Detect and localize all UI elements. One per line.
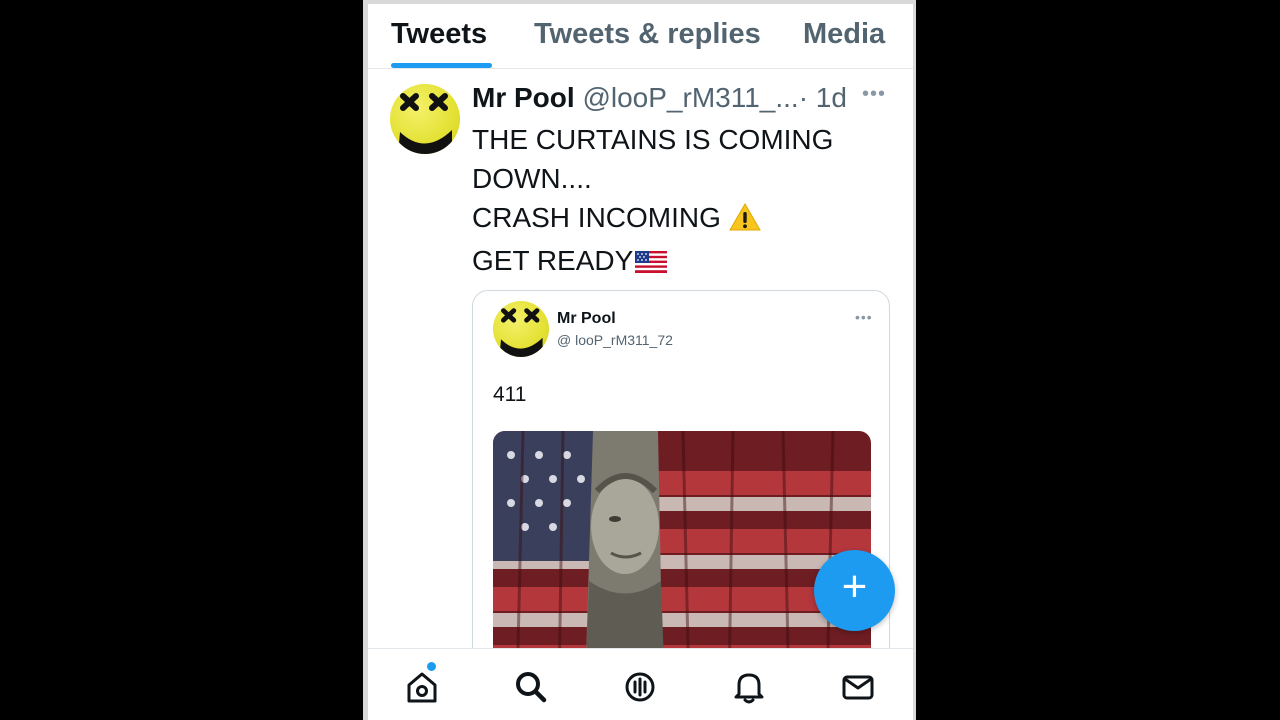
search-icon[interactable]: [511, 667, 551, 707]
home-icon[interactable]: [402, 667, 442, 707]
display-name[interactable]: Mr Pool: [472, 82, 575, 113]
quoted-tweet-text: 411: [493, 383, 527, 406]
active-tab-indicator: [391, 63, 492, 68]
mail-icon[interactable]: [838, 667, 878, 707]
tab-media[interactable]: Media: [803, 18, 885, 51]
tweet-line: CRASH INCOMING: [472, 198, 892, 241]
quoted-display-name[interactable]: Mr Pool: [557, 310, 616, 328]
user-handle[interactable]: @looP_rM311_...: [582, 82, 798, 113]
profile-tabs: Tweets Tweets & replies Media: [368, 4, 913, 69]
plus-icon: +: [841, 562, 868, 611]
smiley-face-icon: [499, 308, 543, 357]
new-content-badge: [427, 662, 436, 671]
tweet-line: DOWN....: [472, 163, 592, 194]
tweet-header: Mr Pool @looP_rM311_...· 1d: [472, 82, 847, 114]
bottom-navigation: [368, 648, 913, 720]
tweet-line-text: GET READY: [472, 245, 634, 276]
tweet-line: THE CURTAINS IS COMING: [472, 124, 834, 155]
smiley-face-icon: [398, 93, 452, 154]
screen-edge-left: [363, 0, 368, 720]
quoted-avatar[interactable]: [493, 301, 549, 357]
avatar[interactable]: [390, 84, 460, 154]
tweet-text: THE CURTAINS IS COMING DOWN.... CRASH IN…: [472, 120, 892, 283]
screen-edge-right: [913, 0, 916, 720]
phone-screen: Tweets Tweets & replies Media Mr Pool @l…: [363, 0, 916, 720]
tab-tweets[interactable]: Tweets: [391, 18, 487, 51]
timestamp[interactable]: · 1d: [799, 82, 847, 113]
tab-tweets-and-replies[interactable]: Tweets & replies: [534, 18, 761, 51]
more-horizontal-icon[interactable]: •••: [862, 83, 886, 106]
spaces-icon[interactable]: [620, 667, 660, 707]
warning-emoji-icon: [729, 202, 761, 241]
more-horizontal-icon[interactable]: •••: [855, 309, 873, 325]
compose-tweet-button[interactable]: +: [814, 550, 895, 631]
quoted-user-handle[interactable]: @ looP_rM311_72: [557, 332, 673, 348]
us-flag-emoji-icon: [635, 244, 668, 283]
tweet-line: GET READY: [472, 241, 892, 283]
bell-icon[interactable]: [729, 667, 769, 707]
tweet-line-text: CRASH INCOMING: [472, 202, 721, 233]
